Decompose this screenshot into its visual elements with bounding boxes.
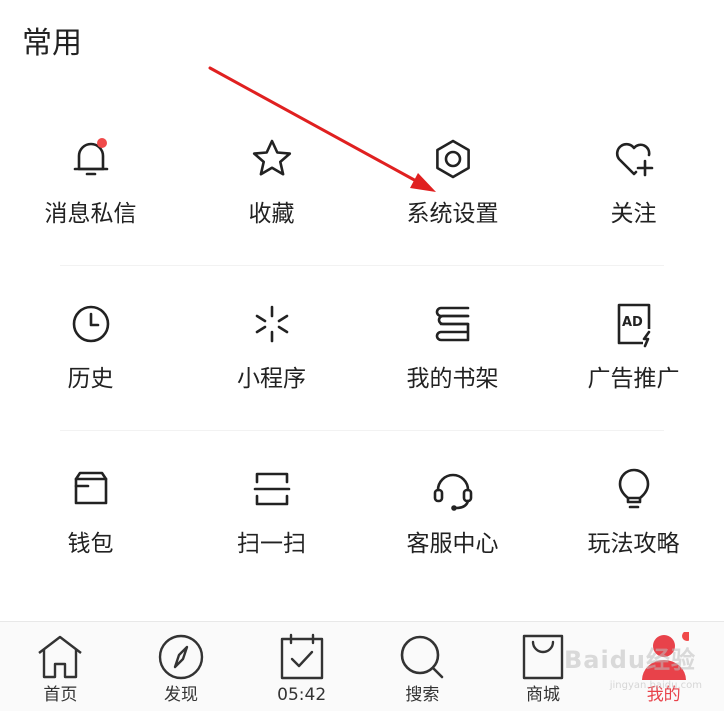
grid-row: 消息私信 收藏 系统设置 关注: [0, 100, 724, 265]
grid-item-bookshelf[interactable]: 我的书架: [362, 265, 543, 430]
lightbulb-icon: [609, 464, 659, 514]
gear-icon: [428, 134, 478, 184]
notification-dot: [681, 632, 689, 641]
grid-item-messages[interactable]: 消息私信: [0, 100, 181, 265]
nav-discover[interactable]: 发现: [121, 622, 242, 711]
notification-dot: [96, 138, 107, 148]
shopping-bag-icon: [518, 632, 568, 682]
grid-item-customer-service[interactable]: 客服中心: [362, 430, 543, 595]
ad-icon: AD: [609, 299, 659, 349]
wallet-icon: [66, 464, 116, 514]
clock-icon: [66, 299, 116, 349]
nav-checkin[interactable]: 05:42: [241, 622, 362, 711]
calendar-check-icon: [277, 632, 327, 682]
nav-me[interactable]: 我的: [603, 622, 724, 711]
mini-program-icon: [247, 299, 297, 349]
star-icon: [247, 134, 297, 184]
grid-item-label: 小程序: [237, 366, 306, 392]
grid-item-label: 收藏: [248, 201, 295, 227]
grid-item-favorites[interactable]: 收藏: [181, 100, 362, 265]
grid-item-label: 消息私信: [44, 201, 137, 227]
headset-icon: [428, 464, 478, 514]
grid-item-label: 广告推广: [587, 366, 680, 392]
nav-search[interactable]: 搜索: [362, 622, 483, 711]
bell-icon: [66, 134, 116, 184]
bottom-navigation: 首页 发现 05:42 搜索 商城 我的: [0, 621, 724, 711]
grid-item-follow[interactable]: 关注: [543, 100, 724, 265]
grid-item-label: 客服中心: [406, 531, 499, 557]
nav-label: 我的: [646, 685, 681, 705]
grid-item-wallet[interactable]: 钱包: [0, 430, 181, 595]
grid-item-label: 扫一扫: [237, 531, 306, 557]
nav-label: 首页: [43, 685, 78, 705]
grid-item-gameplay-guide[interactable]: 玩法攻略: [543, 430, 724, 595]
grid-row: 历史 小程序 我的书架 AD 广告推广: [0, 265, 724, 430]
search-icon: [397, 632, 447, 682]
feature-grid: 消息私信 收藏 系统设置 关注 历史 小程序 我的书架 AD 广告推广 钱包 扫…: [0, 100, 724, 595]
app-screen: 常用 消息私信 收藏 系统设置 关注 历史 小程序 我的书架 AD 广告推广 钱…: [0, 0, 724, 711]
heart-plus-icon: [609, 134, 659, 184]
nav-label: 发现: [164, 685, 198, 705]
grid-item-label: 玩法攻略: [587, 531, 680, 557]
grid-item-ad-promotion[interactable]: AD 广告推广: [543, 265, 724, 430]
grid-item-history[interactable]: 历史: [0, 265, 181, 430]
grid-item-system-settings[interactable]: 系统设置: [362, 100, 543, 265]
grid-item-label: 钱包: [67, 531, 114, 557]
grid-row: 钱包 扫一扫 客服中心 玩法攻略: [0, 430, 724, 595]
scan-icon: [247, 464, 297, 514]
grid-item-label: 历史: [67, 366, 114, 392]
nav-label: 商城: [526, 685, 561, 705]
nav-home[interactable]: 首页: [0, 622, 121, 711]
grid-item-mini-programs[interactable]: 小程序: [181, 265, 362, 430]
nav-mall[interactable]: 商城: [483, 622, 604, 711]
ad-icon-text: AD: [622, 315, 643, 330]
nav-label: 05:42: [277, 685, 327, 705]
bookshelf-icon: [428, 299, 478, 349]
grid-item-label: 系统设置: [406, 201, 499, 227]
home-icon: [35, 632, 85, 682]
user-icon: [639, 632, 689, 682]
grid-item-label: 我的书架: [406, 366, 499, 392]
section-title: 常用: [22, 26, 82, 61]
nav-label: 搜索: [405, 685, 440, 705]
compass-icon: [156, 632, 206, 682]
grid-item-scan[interactable]: 扫一扫: [181, 430, 362, 595]
grid-item-label: 关注: [610, 201, 657, 227]
